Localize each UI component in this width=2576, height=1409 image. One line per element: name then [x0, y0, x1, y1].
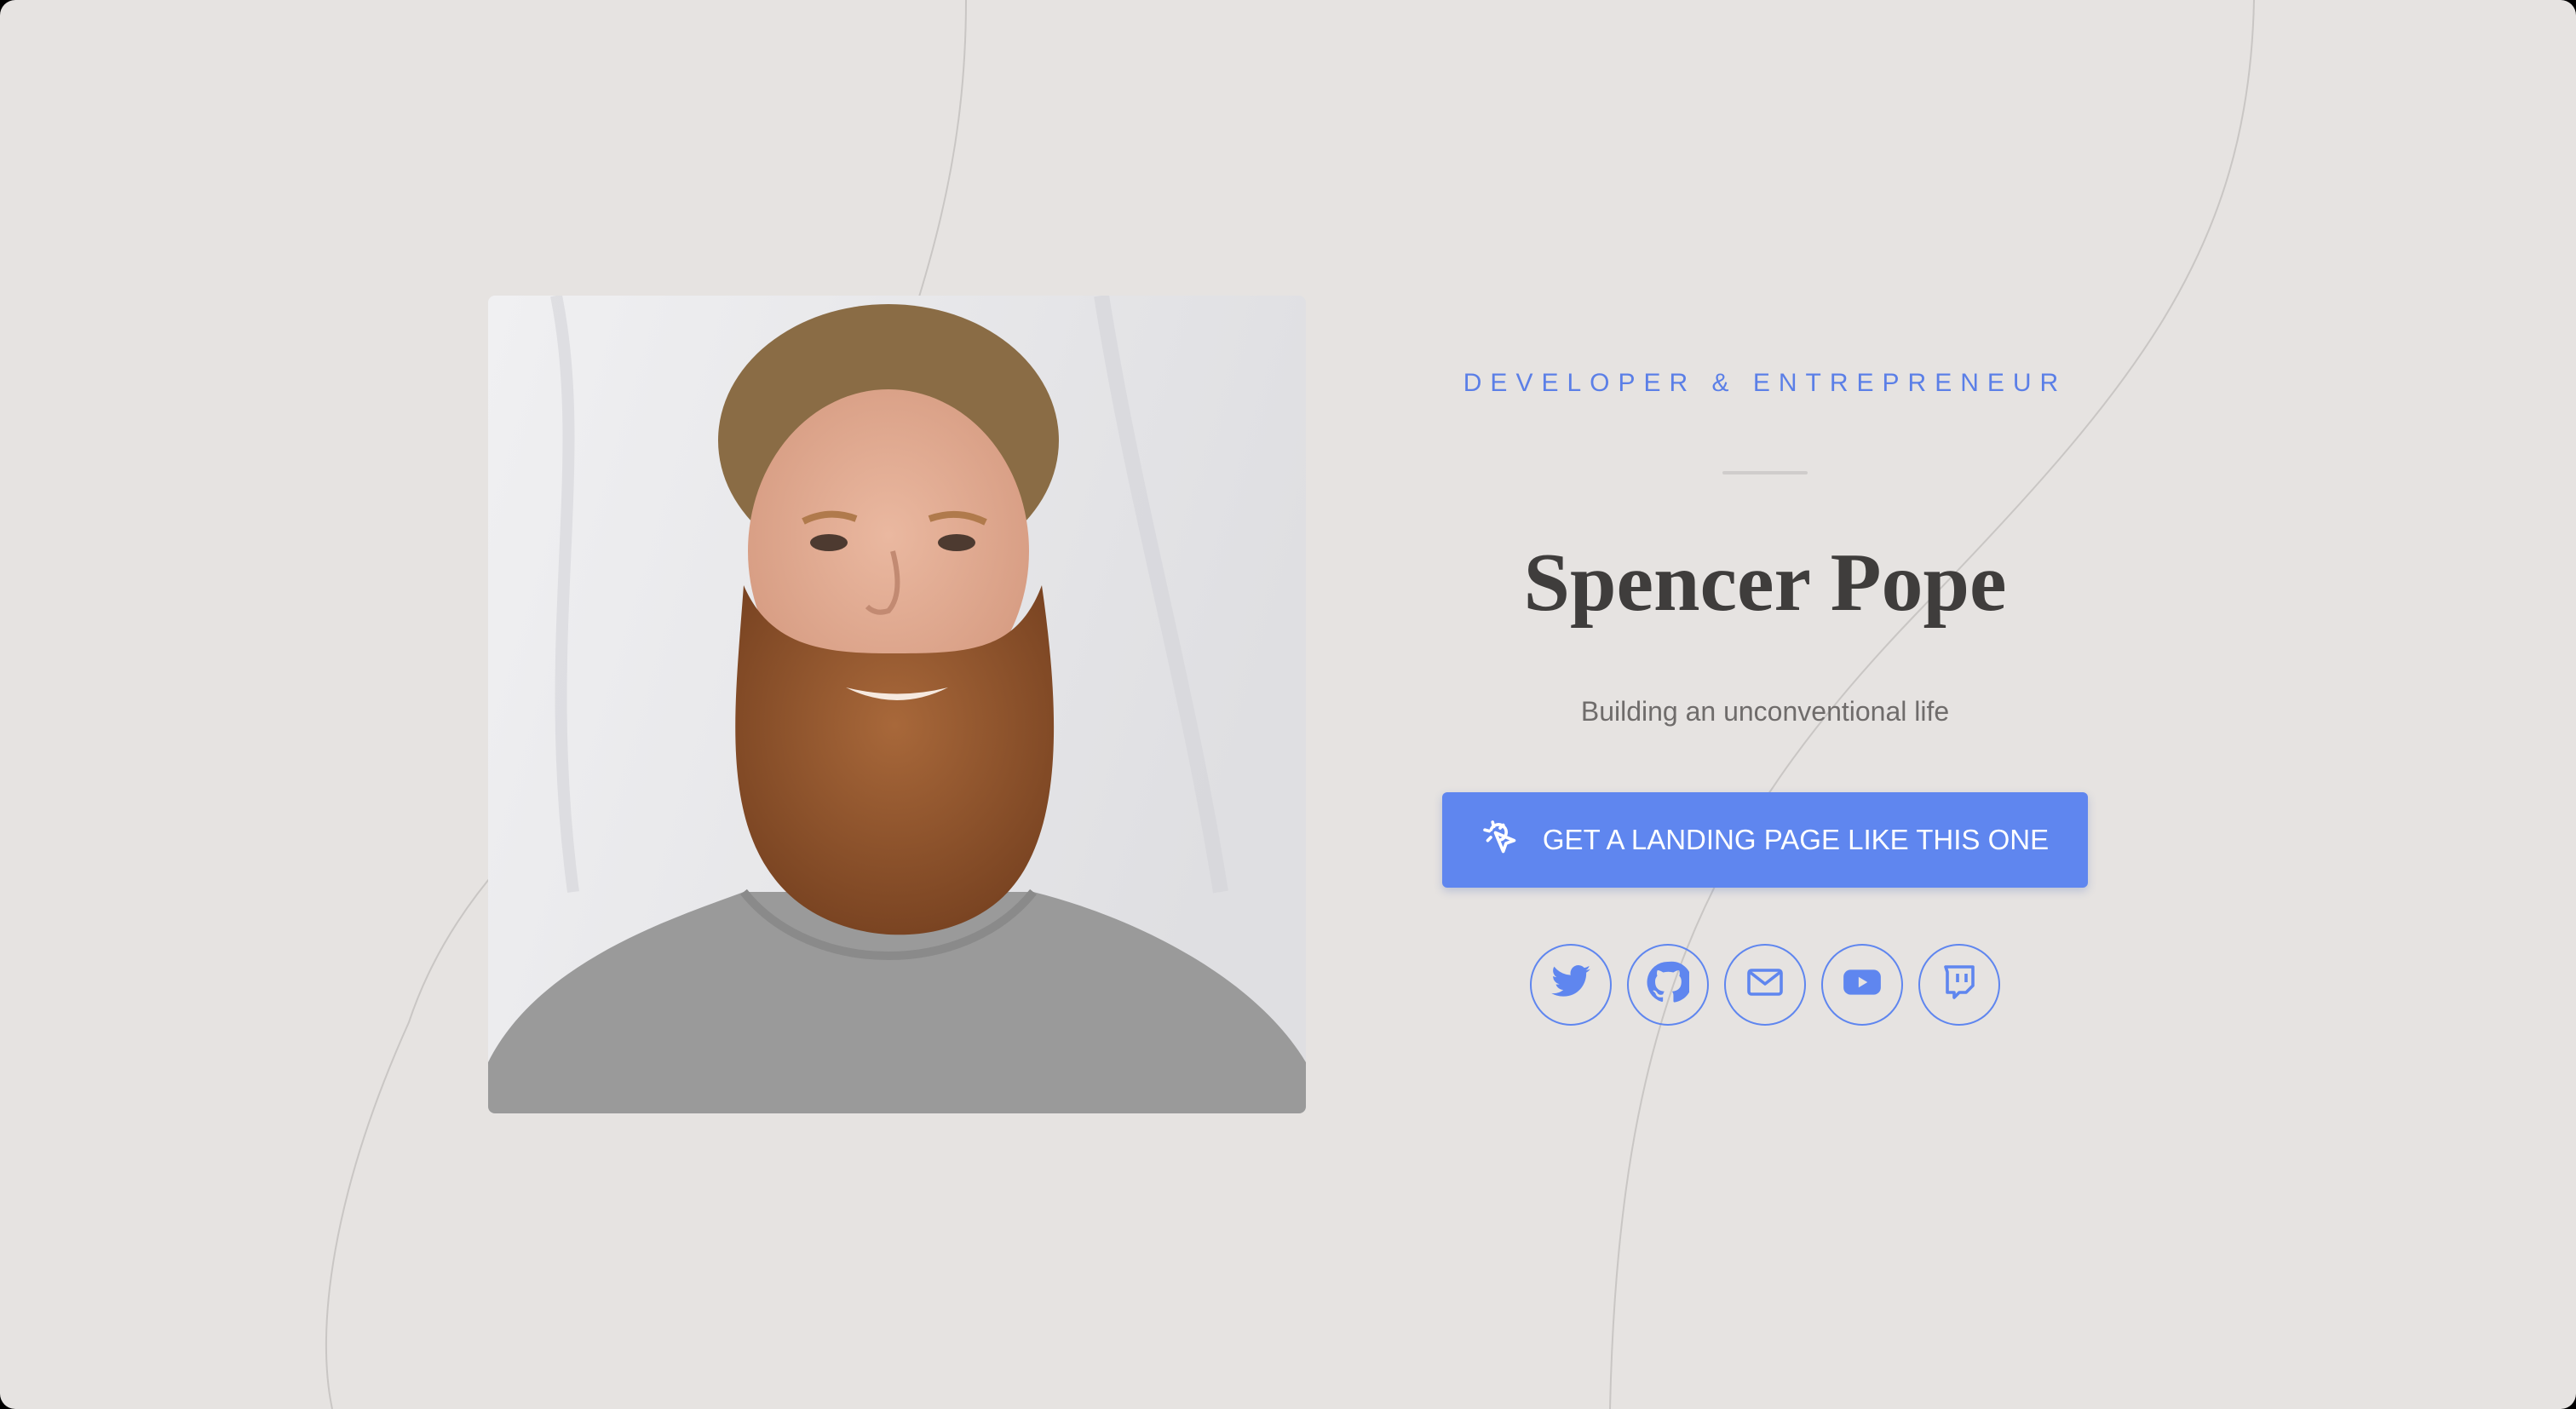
cursor-click-icon — [1481, 819, 1519, 860]
get-landing-page-button[interactable]: GET A LANDING PAGE LIKE THIS ONE — [1442, 791, 2088, 888]
divider — [1722, 471, 1808, 474]
twitch-icon — [1939, 962, 1980, 1007]
mail-icon — [1745, 962, 1785, 1007]
email-link[interactable] — [1724, 943, 1806, 1026]
social-links — [1530, 943, 2000, 1026]
youtube-link[interactable] — [1821, 943, 1903, 1026]
twitch-link[interactable] — [1918, 943, 2000, 1026]
twitter-link[interactable] — [1530, 943, 1612, 1026]
hero-kicker: DEVELOPER & ENTREPRENEUR — [1463, 369, 2067, 397]
youtube-icon — [1841, 961, 1883, 1008]
landing-page: DEVELOPER & ENTREPRENEUR Spencer Pope Bu… — [0, 0, 2576, 1409]
tagline: Building an unconventional life — [1580, 695, 1950, 727]
github-link[interactable] — [1627, 943, 1709, 1026]
page-title: Spencer Pope — [1523, 537, 2007, 629]
profile-photo — [488, 296, 1306, 1113]
cta-label: GET A LANDING PAGE LIKE THIS ONE — [1542, 823, 2050, 855]
hero-content: DEVELOPER & ENTREPRENEUR Spencer Pope Bu… — [1442, 296, 2088, 1113]
twitter-icon — [1550, 961, 1592, 1008]
github-icon — [1647, 961, 1693, 1008]
